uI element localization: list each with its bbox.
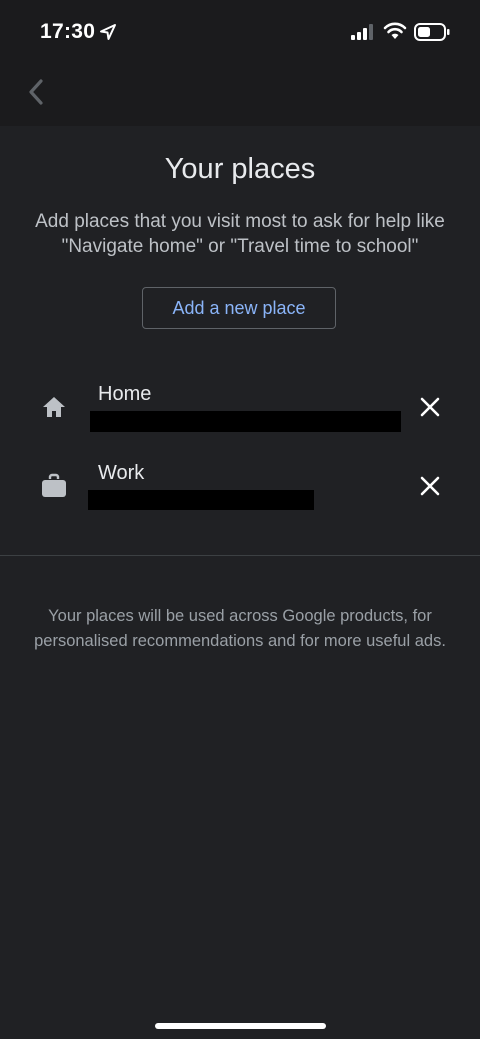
- location-arrow-icon: [100, 24, 116, 40]
- redacted-address-work: [88, 490, 314, 510]
- place-label-work: Work: [98, 462, 145, 484]
- briefcase-icon: [42, 473, 66, 497]
- remove-work-button[interactable]: [416, 472, 444, 500]
- divider: [0, 555, 480, 556]
- back-button[interactable]: [20, 76, 52, 108]
- redacted-address-home: [90, 411, 401, 432]
- remove-home-button[interactable]: [416, 393, 444, 421]
- status-time: 17:30: [40, 20, 96, 43]
- wifi-icon: [383, 22, 407, 39]
- place-label-home: Home: [98, 383, 152, 405]
- place-row-home[interactable]: Home: [0, 377, 480, 447]
- cellular-signal-icon: [351, 24, 373, 40]
- chevron-left-icon: [29, 79, 43, 105]
- close-icon: [420, 476, 440, 496]
- top-app-bar: [0, 62, 480, 126]
- add-new-place-button[interactable]: Add a new place: [142, 287, 336, 329]
- footer-note: Your places will be used across Google p…: [34, 607, 446, 650]
- close-icon: [420, 397, 440, 417]
- home-indicator[interactable]: [155, 1023, 326, 1029]
- battery-icon: [414, 23, 450, 41]
- home-icon: [43, 397, 65, 417]
- status-bar: 17:30: [0, 0, 480, 62]
- page-description: Add places that you visit most to ask fo…: [35, 211, 445, 257]
- page-title: Your places: [164, 153, 316, 185]
- place-row-work[interactable]: Work: [0, 456, 480, 526]
